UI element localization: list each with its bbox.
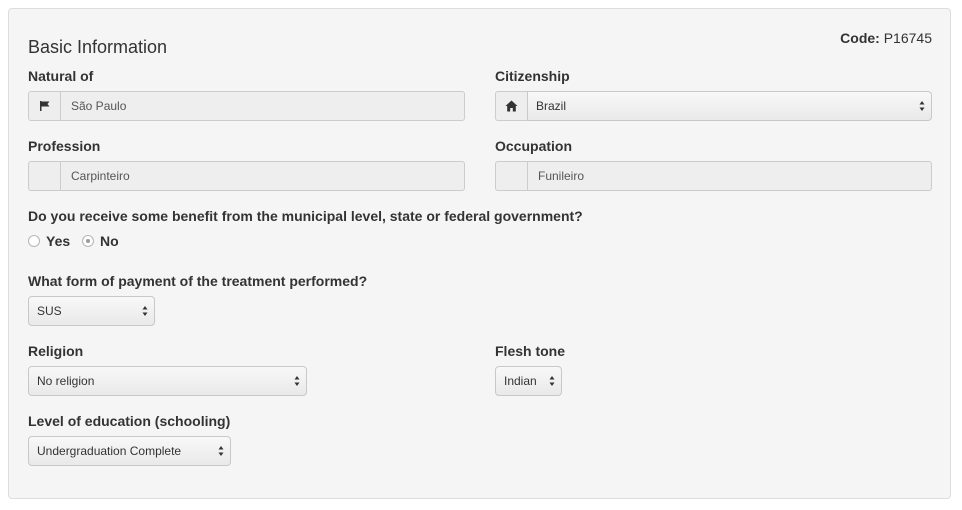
profession-addon — [28, 161, 60, 191]
citizenship-group: Brazil — [495, 91, 932, 121]
payment-select[interactable]: SUS — [28, 296, 155, 326]
benefit-no-label: No — [100, 233, 119, 249]
select-arrows-icon — [218, 446, 224, 456]
profession-label: Profession — [28, 138, 101, 154]
code-value: P16745 — [883, 30, 932, 46]
flag-icon — [28, 91, 60, 121]
flesh-tone-value: Indian — [504, 374, 537, 388]
citizenship-label: Citizenship — [495, 68, 570, 84]
profession-field[interactable]: Carpinteiro — [60, 161, 465, 191]
natural-of-label: Natural of — [28, 68, 94, 84]
code-label: Code: — [840, 30, 880, 46]
natural-of-group: São Paulo — [28, 91, 465, 121]
select-arrows-icon — [142, 306, 148, 316]
benefit-yes-option[interactable]: Yes — [28, 233, 70, 249]
religion-select[interactable]: No religion — [28, 366, 307, 396]
flesh-tone-select[interactable]: Indian — [495, 366, 562, 396]
occupation-addon — [495, 161, 527, 191]
education-select[interactable]: Undergraduation Complete — [28, 436, 231, 466]
natural-of-field[interactable]: São Paulo — [60, 91, 465, 121]
occupation-group: Funileiro — [495, 161, 932, 191]
patient-code: Code: P16745 — [840, 30, 932, 46]
select-arrows-icon — [294, 376, 300, 386]
education-value: Undergraduation Complete — [37, 444, 182, 458]
religion-label: Religion — [28, 343, 84, 359]
panel-title: Basic Information — [28, 37, 168, 57]
profession-group: Carpinteiro — [28, 161, 465, 191]
benefit-no-option[interactable]: No — [82, 233, 119, 249]
select-arrows-icon — [549, 376, 555, 386]
religion-value: No religion — [37, 374, 95, 388]
occupation-field[interactable]: Funileiro — [527, 161, 932, 191]
payment-question: What form of payment of the treatment pe… — [28, 273, 368, 289]
benefit-question: Do you receive some benefit from the mun… — [28, 208, 583, 224]
payment-value: SUS — [37, 304, 62, 318]
citizenship-select[interactable]: Brazil — [527, 91, 932, 121]
select-arrows-icon — [919, 101, 925, 111]
benefit-yes-label: Yes — [46, 233, 71, 249]
benefit-yes-radio[interactable] — [28, 235, 40, 247]
home-icon — [495, 91, 527, 121]
flesh-tone-label: Flesh tone — [495, 343, 566, 359]
occupation-label: Occupation — [495, 138, 573, 154]
education-label: Level of education (schooling) — [28, 413, 231, 429]
citizenship-value: Brazil — [536, 99, 567, 113]
benefit-no-radio[interactable] — [82, 235, 94, 247]
